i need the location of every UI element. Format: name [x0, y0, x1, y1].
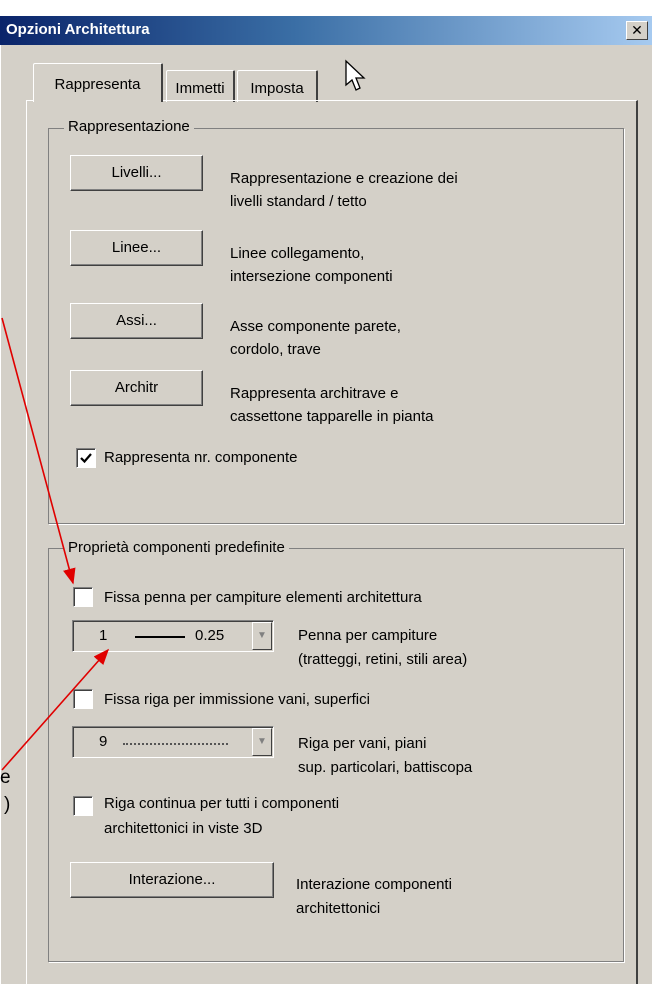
annotation-fragment-paren: )	[4, 794, 11, 815]
title-bar: Opzioni Architettura	[0, 16, 652, 45]
fissa-riga-checkbox[interactable]	[73, 689, 93, 709]
riga-continua-label-line2: architettonici in viste 3D	[104, 820, 263, 837]
riga-combo: 9 ▼	[72, 726, 274, 758]
window-title: Opzioni Architettura	[6, 21, 150, 38]
riga-continua-label-line1: Riga continua per tutti i componenti	[104, 795, 340, 812]
livelli-button[interactable]: Livelli...	[70, 155, 203, 191]
penna-combo-width: 0.25	[195, 627, 225, 644]
riga-combo-value: 9	[99, 733, 108, 750]
penna-line-sample	[135, 636, 185, 638]
linee-desc-line1: Linee collegamento,	[230, 245, 365, 262]
interazione-desc-line1: Interazione componenti	[296, 876, 452, 893]
riga-desc-line2: sup. particolari, battiscopa	[298, 759, 473, 776]
riga-line-sample	[123, 743, 228, 745]
architr-button[interactable]: Architr	[70, 370, 203, 406]
tab-rappresenta[interactable]: Rappresenta	[33, 63, 163, 102]
riga-desc-line1: Riga per vani, piani	[298, 735, 427, 752]
rappresenta-nr-checkbox[interactable]	[76, 448, 96, 468]
penna-combo-value: 1	[99, 627, 108, 644]
chevron-down-icon: ▼	[252, 622, 272, 650]
tab-immetti[interactable]: Immetti	[166, 70, 235, 102]
interazione-button[interactable]: Interazione...	[70, 862, 274, 898]
livelli-desc-line2: livelli standard / tetto	[230, 193, 367, 210]
linee-desc-line2: intersezione componenti	[230, 268, 393, 285]
annotation-fragment-e: e	[0, 767, 11, 788]
close-button[interactable]: ✕	[626, 21, 648, 40]
fissa-penna-checkbox[interactable]	[73, 587, 93, 607]
rappresenta-nr-label: Rappresenta nr. componente	[104, 449, 298, 466]
rappresentazione-legend: Rappresentazione	[64, 118, 194, 135]
checkmark-icon	[80, 453, 92, 464]
fissa-penna-label: Fissa penna per campiture elementi archi…	[104, 589, 422, 606]
assi-button[interactable]: Assi...	[70, 303, 203, 339]
riga-continua-checkbox[interactable]	[73, 796, 93, 816]
chevron-down-icon: ▼	[252, 728, 272, 756]
fissa-riga-label: Fissa riga per immissione vani, superfic…	[104, 691, 370, 708]
livelli-desc-line1: Rappresentazione e creazione dei	[230, 170, 458, 187]
linee-button[interactable]: Linee...	[70, 230, 203, 266]
penna-desc-line2: (tratteggi, retini, stili area)	[298, 651, 468, 668]
interazione-desc-line2: architettonici	[296, 900, 381, 917]
penna-combo: 1 0.25 ▼	[72, 620, 274, 652]
assi-desc-line1: Asse componente parete,	[230, 318, 401, 335]
architr-desc-line1: Rappresenta architrave e	[230, 385, 399, 402]
architr-desc-line2: cassettone tapparelle in pianta	[230, 408, 434, 425]
penna-desc-line1: Penna per campiture	[298, 627, 438, 644]
assi-desc-line2: cordolo, trave	[230, 341, 321, 358]
proprieta-legend: Proprietà componenti predefinite	[64, 539, 289, 556]
tab-imposta[interactable]: Imposta	[237, 70, 318, 102]
